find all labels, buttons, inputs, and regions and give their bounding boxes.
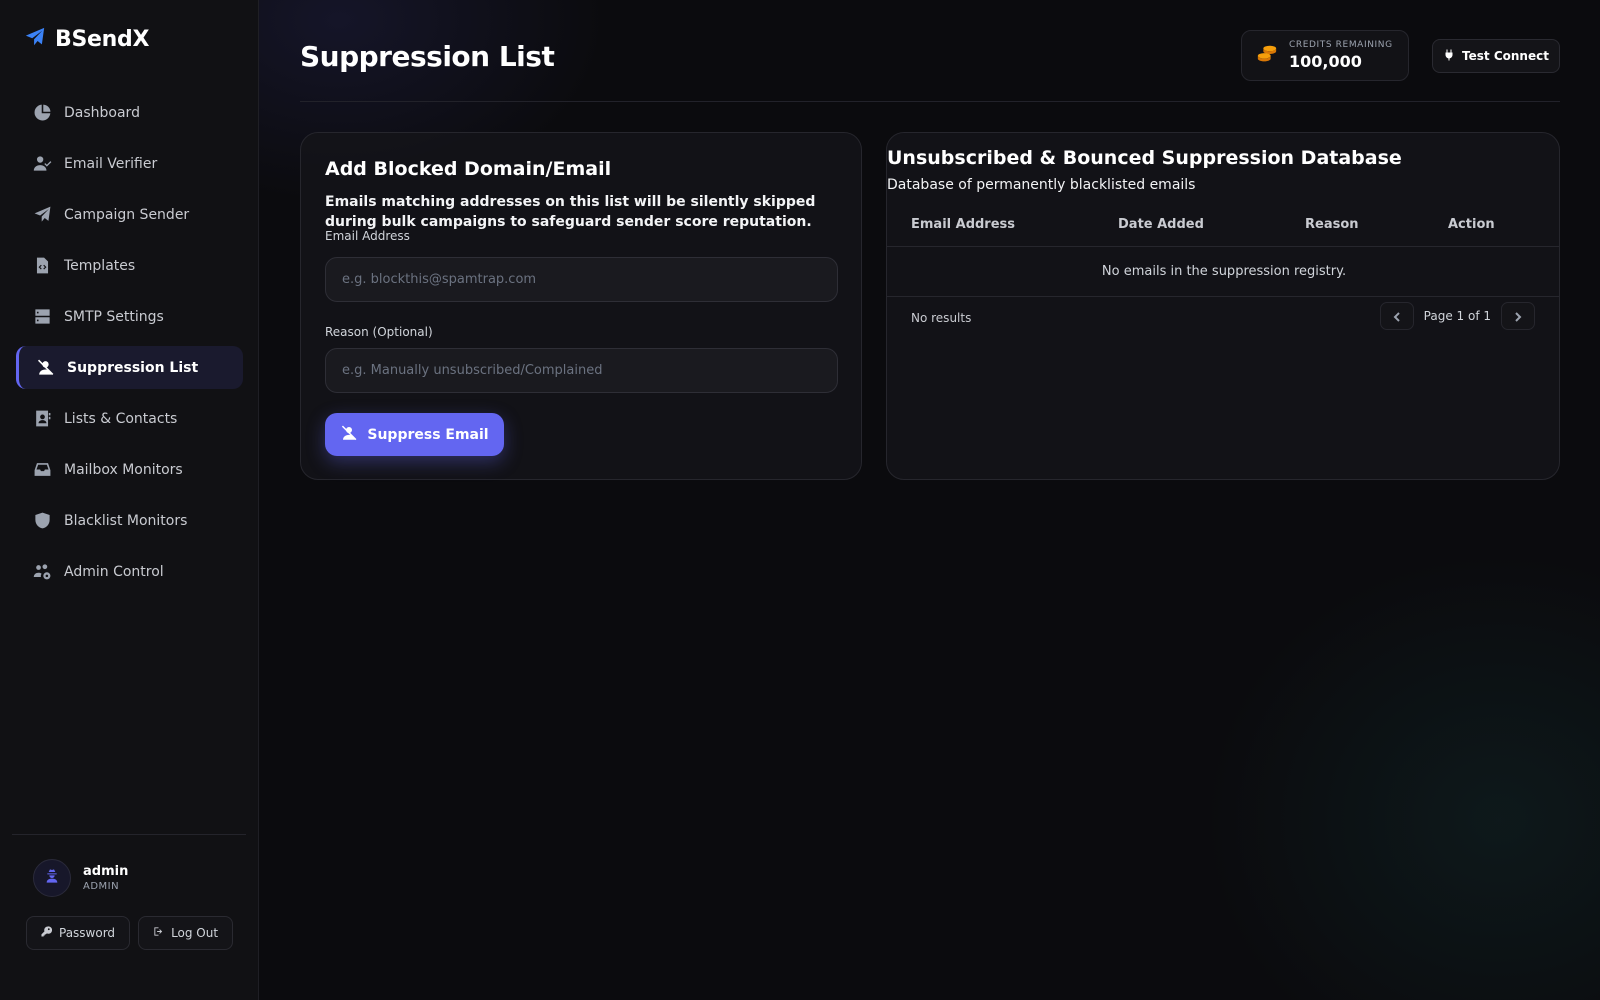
main-content: Suppression List CREDITS REMAINING 100,0…	[259, 0, 1600, 1000]
logout-icon	[153, 926, 164, 940]
page-title: Suppression List	[300, 40, 555, 73]
sidebar-item-campaign-sender[interactable]: Campaign Sender	[16, 193, 243, 236]
brand[interactable]: BSendX	[24, 26, 149, 52]
logout-button[interactable]: Log Out	[138, 916, 234, 950]
sidebar-item-label: Suppression List	[67, 359, 199, 376]
credits-value: 100,000	[1289, 52, 1362, 71]
logout-label: Log Out	[171, 926, 219, 940]
users-cog-icon	[32, 562, 52, 582]
next-page-button[interactable]	[1501, 302, 1535, 330]
sidebar-item-mailbox-monitors[interactable]: Mailbox Monitors	[16, 448, 243, 491]
address-book-icon	[32, 409, 52, 429]
sidebar-item-email-verifier[interactable]: Email Verifier	[16, 142, 243, 185]
column-header-reason[interactable]: Reason	[1305, 217, 1359, 232]
pagination: Page 1 of 1	[1379, 302, 1535, 330]
inbox-icon	[32, 460, 52, 480]
user-secret-icon	[44, 868, 60, 888]
sidebar-item-dashboard[interactable]: Dashboard	[16, 91, 243, 134]
email-field[interactable]	[325, 257, 838, 302]
user-actions: Password Log Out	[26, 916, 234, 950]
sidebar-item-label: Campaign Sender	[64, 206, 190, 223]
previous-page-button[interactable]	[1379, 302, 1414, 330]
test-connect-label: Test Connect	[1462, 49, 1549, 63]
suppress-email-label: Suppress Email	[367, 426, 489, 443]
database-subtitle: Database of permanently blacklisted emai…	[887, 177, 1196, 193]
password-button[interactable]: Password	[26, 916, 131, 950]
suppress-email-button[interactable]: Suppress Email	[325, 413, 504, 456]
server-icon	[32, 307, 52, 327]
results-count: No results	[911, 311, 972, 325]
paper-plane-icon	[24, 26, 46, 52]
sidebar: BSendX Dashboard Email Verifier Campaign…	[0, 0, 259, 1000]
shield-icon	[32, 511, 52, 531]
sidebar-item-label: Mailbox Monitors	[64, 461, 183, 478]
sidebar-item-admin-control[interactable]: Admin Control	[16, 550, 243, 593]
add-blocked-title: Add Blocked Domain/Email	[325, 158, 612, 180]
sidebar-item-blacklist-monitors[interactable]: Blacklist Monitors	[16, 499, 243, 542]
key-icon	[41, 926, 53, 940]
sidebar-item-label: Admin Control	[64, 563, 164, 580]
column-header-date-added[interactable]: Date Added	[1118, 217, 1204, 232]
sidebar-item-label: Templates	[64, 257, 136, 274]
coins-icon	[1256, 43, 1278, 69]
sidebar-item-label: Dashboard	[64, 104, 140, 121]
sidebar-item-suppression-list[interactable]: Suppression List	[16, 346, 243, 389]
user-slash-icon	[35, 358, 55, 378]
suppression-database-card: Unsubscribed & Bounced Suppression Datab…	[886, 132, 1560, 480]
avatar	[33, 859, 71, 897]
user-profile: admin ADMIN	[33, 859, 128, 897]
database-title: Unsubscribed & Bounced Suppression Datab…	[887, 147, 1402, 169]
chevron-left-icon	[1392, 307, 1402, 326]
page-indicator: Page 1 of 1	[1423, 309, 1491, 323]
credits-badge: CREDITS REMAINING 100,000	[1241, 30, 1409, 81]
sidebar-item-templates[interactable]: Templates	[16, 244, 243, 287]
column-header-action: Action	[1448, 217, 1495, 232]
user-role: ADMIN	[83, 881, 120, 892]
sidebar-item-label: Lists & Contacts	[64, 410, 178, 427]
user-slash-icon	[340, 424, 358, 446]
sidebar-item-smtp-settings[interactable]: SMTP Settings	[16, 295, 243, 338]
reason-field-label: Reason (Optional)	[325, 325, 433, 339]
sidebar-item-lists-contacts[interactable]: Lists & Contacts	[16, 397, 243, 440]
file-code-icon	[32, 256, 52, 276]
plug-icon	[1443, 49, 1455, 64]
pie-chart-icon	[32, 103, 52, 123]
add-blocked-description: Emails matching addresses on this list w…	[325, 194, 816, 230]
password-label: Password	[59, 926, 116, 940]
sidebar-nav: Dashboard Email Verifier Campaign Sender…	[16, 91, 243, 601]
sidebar-item-label: Email Verifier	[64, 155, 158, 172]
sidebar-item-label: Blacklist Monitors	[64, 512, 188, 529]
paper-plane-icon	[32, 205, 52, 225]
sidebar-divider	[12, 834, 246, 835]
header-divider	[300, 101, 1560, 102]
table-header: Email Address Date Added Reason Action	[887, 203, 1559, 247]
reason-field[interactable]	[325, 348, 838, 393]
add-blocked-card: Add Blocked Domain/Email Emails matching…	[300, 132, 862, 480]
user-name: admin	[83, 864, 129, 879]
app-root: BSendX Dashboard Email Verifier Campaign…	[0, 0, 1600, 1000]
sidebar-item-label: SMTP Settings	[64, 308, 164, 325]
test-connect-button[interactable]: Test Connect	[1432, 39, 1560, 73]
email-field-label: Email Address	[325, 229, 410, 243]
credits-label: CREDITS REMAINING	[1289, 40, 1393, 50]
user-check-icon	[32, 154, 52, 174]
chevron-right-icon	[1513, 307, 1523, 326]
brand-name: BSendX	[55, 26, 150, 52]
table-empty-state: No emails in the suppression registry.	[887, 247, 1559, 297]
column-header-email[interactable]: Email Address	[911, 217, 1015, 232]
